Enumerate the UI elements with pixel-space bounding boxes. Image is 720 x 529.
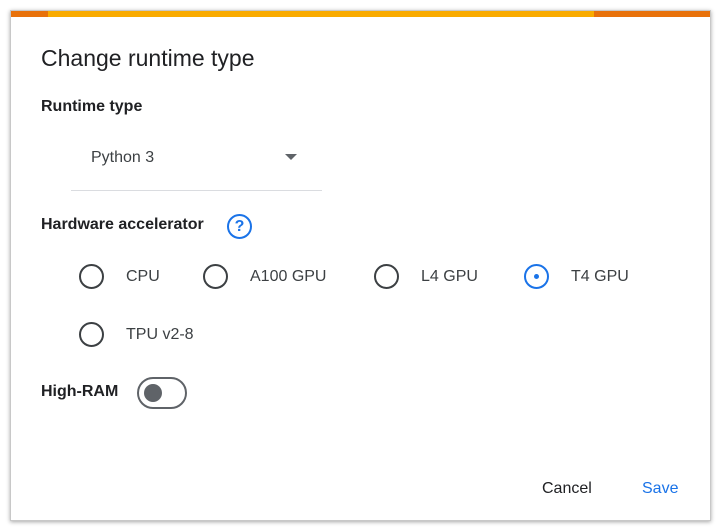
save-button[interactable]: Save <box>642 480 678 498</box>
toggle-knob <box>144 384 162 402</box>
runtime-type-label: Runtime type <box>41 98 143 115</box>
radio-circle-cpu[interactable] <box>79 264 104 289</box>
change-runtime-dialog: Change runtime type Runtime type Python … <box>10 10 711 521</box>
radio-cpu[interactable]: CPU <box>79 264 160 289</box>
radio-tpu-v2-8[interactable]: TPU v2-8 <box>79 322 194 347</box>
radio-label-t4-gpu: T4 GPU <box>571 267 629 285</box>
radio-circle-tpu-v2-8[interactable] <box>79 322 104 347</box>
radio-l4-gpu[interactable]: L4 GPU <box>374 264 478 289</box>
dialog-title: Change runtime type <box>41 45 255 71</box>
radio-label-tpu-v2-8: TPU v2-8 <box>126 325 194 343</box>
radio-circle-l4-gpu[interactable] <box>374 264 399 289</box>
top-accent-bar <box>11 11 710 17</box>
runtime-type-select[interactable]: Python 3 <box>71 139 322 191</box>
radio-label-l4-gpu: L4 GPU <box>421 267 478 285</box>
cancel-button[interactable]: Cancel <box>542 480 592 498</box>
radio-a100-gpu[interactable]: A100 GPU <box>203 264 326 289</box>
radio-circle-t4-gpu[interactable] <box>524 264 549 289</box>
radio-circle-a100-gpu[interactable] <box>203 264 228 289</box>
runtime-type-value: Python 3 <box>91 149 155 166</box>
radio-label-cpu: CPU <box>126 267 160 285</box>
high-ram-toggle[interactable] <box>137 377 187 409</box>
hardware-accelerator-label: Hardware accelerator <box>41 216 204 233</box>
help-circle-icon[interactable]: ? <box>227 214 252 239</box>
radio-label-a100-gpu: A100 GPU <box>250 267 327 285</box>
high-ram-label: High-RAM <box>41 383 119 400</box>
dropdown-arrow-icon <box>285 154 297 160</box>
radio-t4-gpu[interactable]: T4 GPU <box>524 264 629 289</box>
